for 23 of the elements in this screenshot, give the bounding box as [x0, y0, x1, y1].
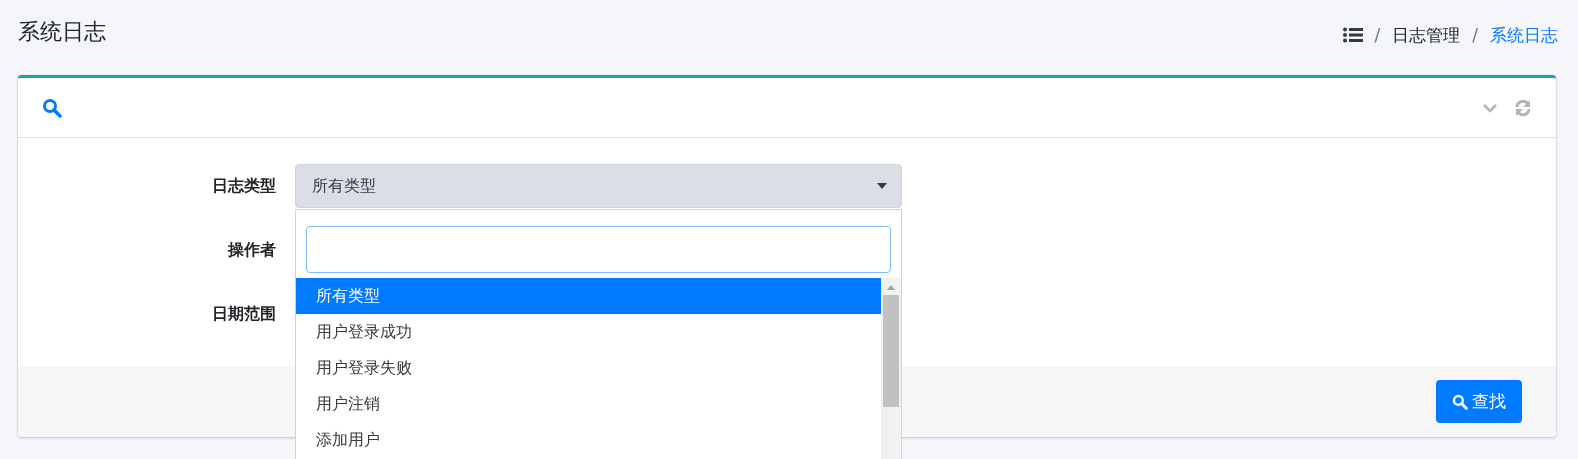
- breadcrumb-separator: /: [1472, 25, 1478, 45]
- search-icon: [42, 97, 62, 118]
- search-icon: [1452, 393, 1468, 410]
- scrollbar[interactable]: [881, 278, 901, 459]
- type-select[interactable]: 所有类型: [295, 164, 902, 208]
- list-icon[interactable]: [1342, 27, 1363, 43]
- dropdown-option[interactable]: 添加用户: [296, 422, 881, 458]
- breadcrumb-separator: /: [1374, 25, 1381, 45]
- search-field[interactable]: [306, 226, 891, 273]
- field-label: 日志类型: [211, 175, 276, 197]
- dropdown-option[interactable]: 用户注销: [296, 386, 881, 422]
- page-title: 系统日志: [18, 18, 106, 46]
- field-label: 操作者: [226, 239, 276, 261]
- field-label: 日期范围: [211, 303, 276, 325]
- dropdown-option[interactable]: 用户登录失败: [296, 350, 881, 386]
- dropdown-option[interactable]: 所有类型: [296, 278, 881, 314]
- caret-icon: [877, 183, 887, 189]
- breadcrumb-link[interactable]: 日志管理: [1392, 23, 1461, 47]
- refresh-icon[interactable]: [1514, 98, 1532, 117]
- breadcrumb-current: 系统日志: [1490, 23, 1558, 47]
- dropdown-option[interactable]: 用户登录成功: [296, 314, 881, 350]
- search-button[interactable]: 查找: [1436, 380, 1522, 423]
- chevron-down-icon[interactable]: [1482, 102, 1498, 113]
